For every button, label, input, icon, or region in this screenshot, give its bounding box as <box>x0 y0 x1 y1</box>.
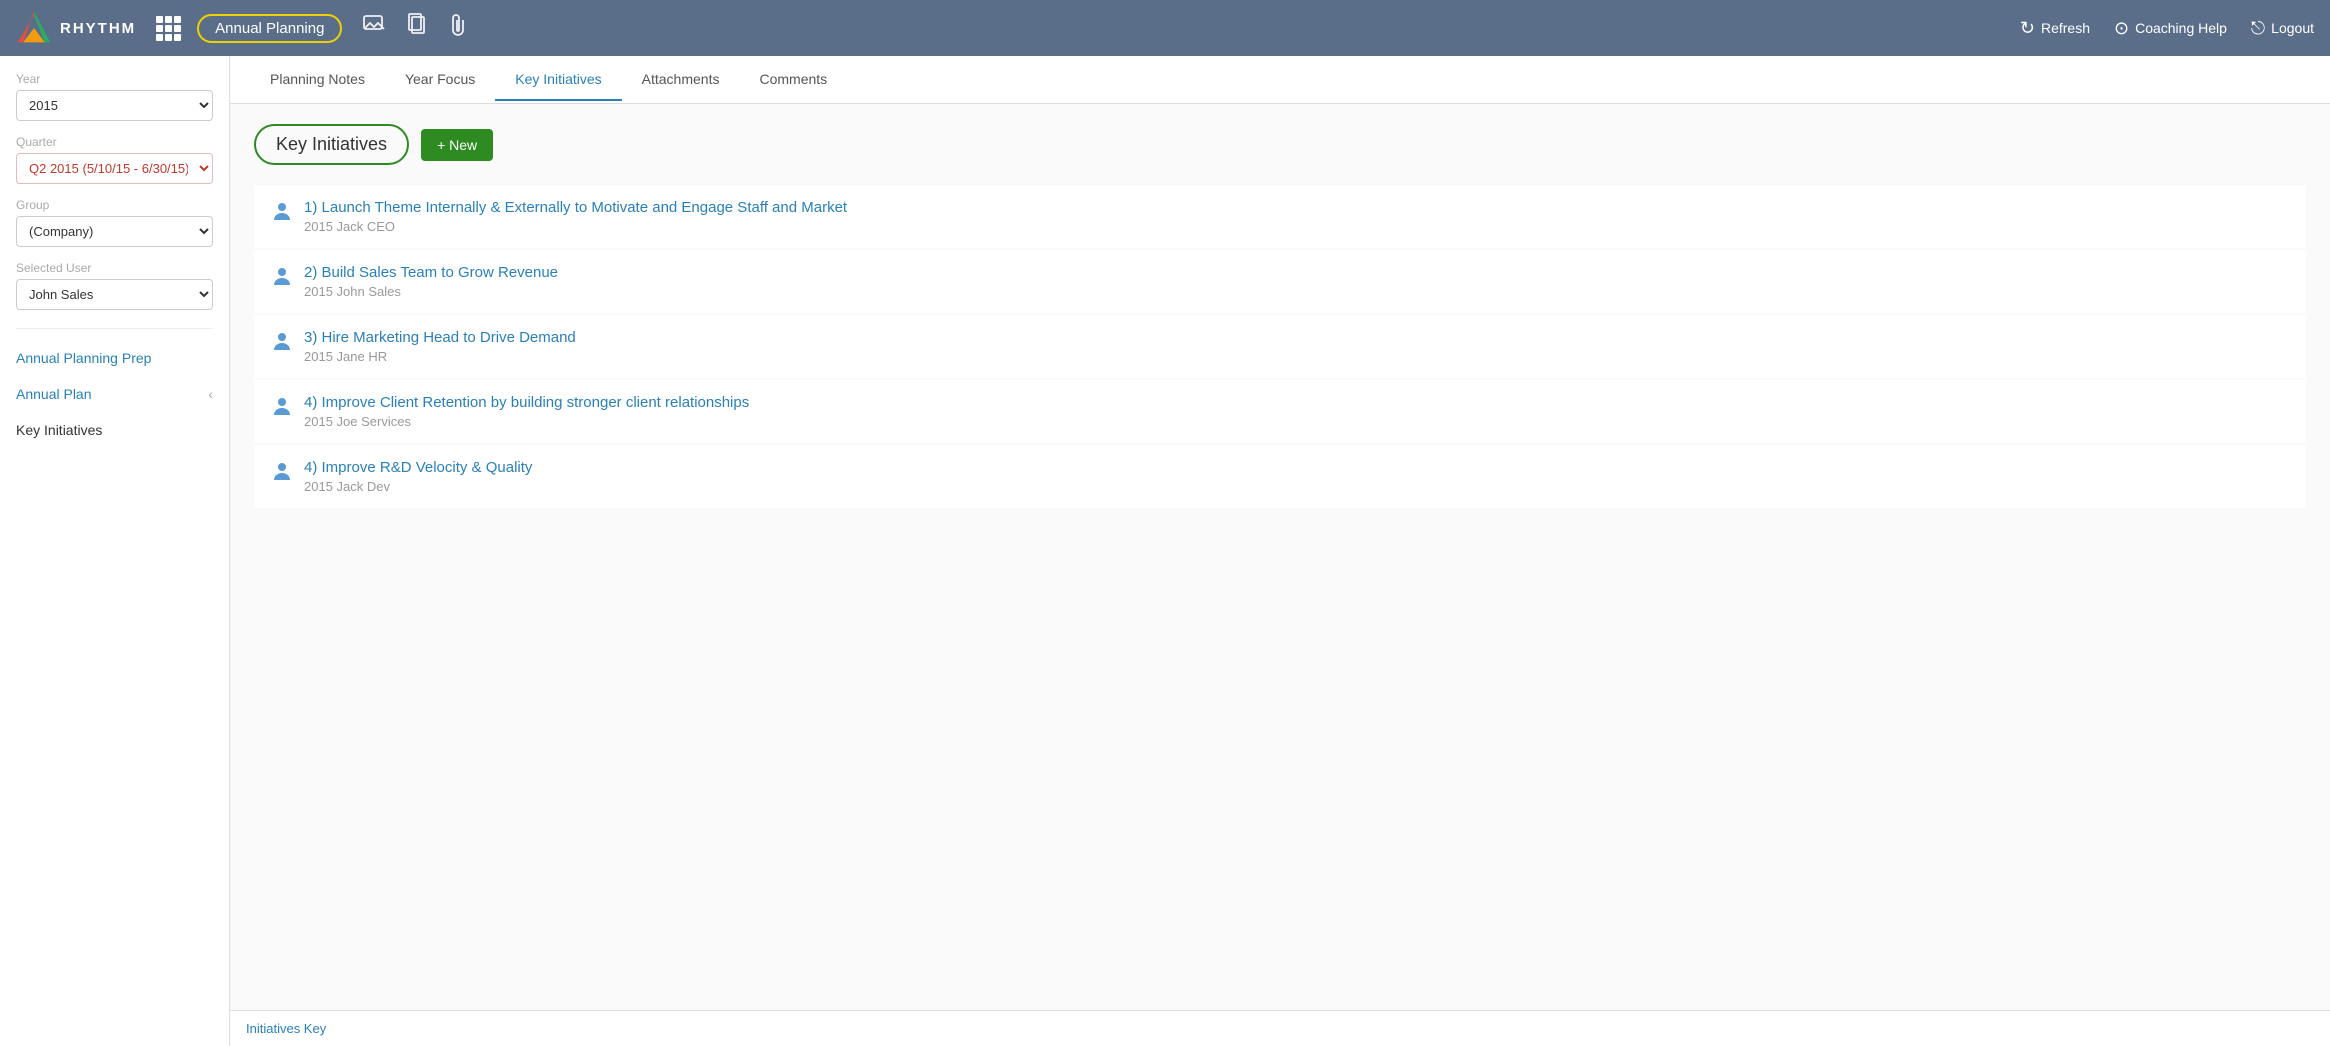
initiative-meta: 2015 Joe Services <box>304 414 2290 429</box>
logo-icon <box>16 10 52 46</box>
quarter-select[interactable]: Q2 2015 (5/10/15 - 6/30/15) <box>16 153 213 184</box>
quarter-section: Quarter Q2 2015 (5/10/15 - 6/30/15) <box>16 135 213 184</box>
initiative-details: 3) Hire Marketing Head to Drive Demand 2… <box>304 329 2290 364</box>
selected-user-label: Selected User <box>16 261 213 275</box>
initiatives-content: Key Initiatives + New 1) Launch Theme In… <box>230 104 2330 1010</box>
chat-icon[interactable] <box>362 13 386 43</box>
sidebar-item-annual-plan[interactable]: Annual Plan ‹ <box>16 383 213 405</box>
tab-year-focus[interactable]: Year Focus <box>385 59 495 101</box>
initiative-meta: 2015 Jack CEO <box>304 219 2290 234</box>
section-header: Key Initiatives + New <box>254 124 2306 165</box>
quarter-label: Quarter <box>16 135 213 149</box>
group-section: Group (Company) <box>16 198 213 247</box>
initiative-title: 2) Build Sales Team to Grow Revenue <box>304 264 2290 281</box>
initiative-meta: 2015 Jack Dev <box>304 479 2290 494</box>
grid-icon[interactable] <box>156 16 181 41</box>
person-icon <box>270 265 294 289</box>
new-initiative-button[interactable]: + New <box>421 129 493 161</box>
tab-key-initiatives[interactable]: Key Initiatives <box>495 59 621 101</box>
header-actions: ↻ Refresh ⊙ Coaching Help ⎋ Logout <box>2020 18 2314 39</box>
annual-planning-button[interactable]: Annual Planning <box>197 14 342 43</box>
initiative-title: 1) Launch Theme Internally & Externally … <box>304 199 2290 216</box>
initiative-details: 2) Build Sales Team to Grow Revenue 2015… <box>304 264 2290 299</box>
initiative-meta: 2015 Jane HR <box>304 349 2290 364</box>
tab-comments[interactable]: Comments <box>739 59 847 101</box>
initiative-title: 4) Improve R&D Velocity & Quality <box>304 459 2290 476</box>
person-icon <box>270 460 294 484</box>
person-icon <box>270 395 294 419</box>
list-item[interactable]: 4) Improve R&D Velocity & Quality 2015 J… <box>254 445 2306 508</box>
tab-attachments[interactable]: Attachments <box>622 59 740 101</box>
group-select[interactable]: (Company) <box>16 216 213 247</box>
initiatives-key-link[interactable]: Initiatives Key <box>246 1021 326 1036</box>
initiative-meta: 2015 John Sales <box>304 284 2290 299</box>
person-icon <box>270 200 294 224</box>
tab-planning-notes[interactable]: Planning Notes <box>250 59 385 101</box>
bottom-bar[interactable]: Initiatives Key <box>230 1010 2330 1046</box>
year-label: Year <box>16 72 213 86</box>
initiative-title: 4) Improve Client Retention by building … <box>304 394 2290 411</box>
selected-user-select[interactable]: John Sales <box>16 279 213 310</box>
sidebar-item-key-initiatives[interactable]: Key Initiatives <box>16 419 213 441</box>
sidebar-item-annual-planning-prep[interactable]: Annual Planning Prep <box>16 347 213 369</box>
group-label: Group <box>16 198 213 212</box>
list-item[interactable]: 4) Improve Client Retention by building … <box>254 380 2306 443</box>
logo: RHYTHM <box>16 10 136 46</box>
initiative-title: 3) Hire Marketing Head to Drive Demand <box>304 329 2290 346</box>
list-item[interactable]: 1) Launch Theme Internally & Externally … <box>254 185 2306 248</box>
paperclip-icon[interactable] <box>448 13 468 43</box>
logo-text: RHYTHM <box>60 20 136 37</box>
sidebar-divider <box>16 328 213 329</box>
coaching-help-button[interactable]: ⊙ Coaching Help <box>2114 18 2227 39</box>
selected-user-section: Selected User John Sales <box>16 261 213 310</box>
refresh-icon: ↻ <box>2020 18 2035 39</box>
clipboard-icon[interactable] <box>406 13 428 43</box>
content-area: Planning Notes Year Focus Key Initiative… <box>230 56 2330 1046</box>
logout-button[interactable]: ⎋ Logout <box>2251 18 2314 39</box>
year-section: Year 2015 <box>16 72 213 121</box>
logout-icon: ⎋ <box>2251 18 2265 39</box>
initiative-details: 1) Launch Theme Internally & Externally … <box>304 199 2290 234</box>
list-item[interactable]: 3) Hire Marketing Head to Drive Demand 2… <box>254 315 2306 378</box>
initiative-details: 4) Improve R&D Velocity & Quality 2015 J… <box>304 459 2290 494</box>
person-icon <box>270 330 294 354</box>
tabs-bar: Planning Notes Year Focus Key Initiative… <box>230 56 2330 104</box>
chevron-left-icon: ‹ <box>208 386 213 402</box>
initiative-details: 4) Improve Client Retention by building … <box>304 394 2290 429</box>
help-icon: ⊙ <box>2114 18 2129 39</box>
section-title: Key Initiatives <box>254 124 409 165</box>
refresh-button[interactable]: ↻ Refresh <box>2020 18 2090 39</box>
header-icon-group <box>362 13 468 43</box>
app-header: RHYTHM Annual Planning ↻ Refresh ⊙ Coach… <box>0 0 2330 56</box>
list-item[interactable]: 2) Build Sales Team to Grow Revenue 2015… <box>254 250 2306 313</box>
sidebar: Year 2015 Quarter Q2 2015 (5/10/15 - 6/3… <box>0 56 230 1046</box>
year-select[interactable]: 2015 <box>16 90 213 121</box>
main-layout: Year 2015 Quarter Q2 2015 (5/10/15 - 6/3… <box>0 56 2330 1046</box>
